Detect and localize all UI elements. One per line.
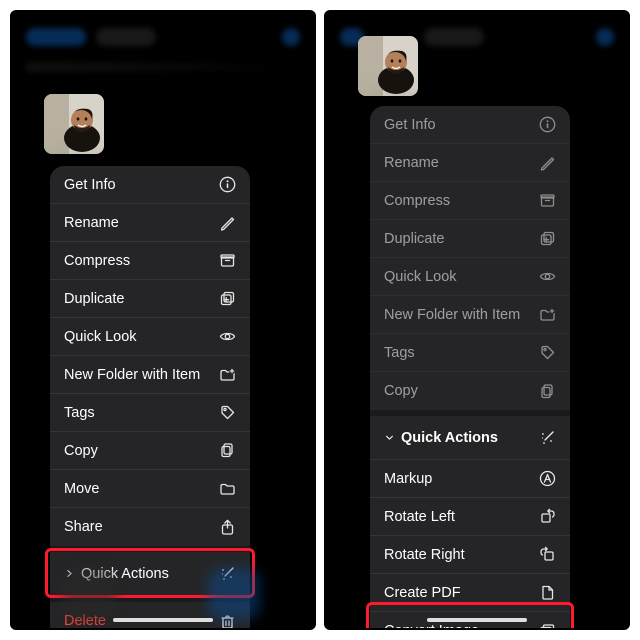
- plus-square-on-square-icon: [538, 230, 556, 248]
- menu-item-label: Tags: [384, 345, 538, 361]
- menu-item[interactable]: Quick Look: [50, 318, 250, 356]
- markup-icon: [538, 470, 556, 488]
- menu-item-label: Rename: [64, 215, 218, 231]
- file-thumbnail[interactable]: [358, 36, 418, 96]
- menu-item[interactable]: Rotate Right: [370, 536, 570, 574]
- folder-plus-icon: [538, 306, 556, 324]
- doc-icon: [538, 584, 556, 602]
- home-indicator: [113, 618, 213, 622]
- quick-actions-row[interactable]: Quick Actions: [370, 416, 570, 460]
- convert-image-icon: [538, 622, 556, 631]
- folder-plus-icon: [218, 366, 236, 384]
- menu-item[interactable]: Tags: [50, 394, 250, 432]
- menu-item-label: Rotate Right: [384, 547, 538, 563]
- menu-item[interactable]: New Folder with Item: [50, 356, 250, 394]
- doc-on-doc-icon: [218, 442, 236, 460]
- rotate-right-icon: [538, 546, 556, 564]
- menu-item[interactable]: Copy: [370, 372, 570, 410]
- menu-item-label: Markup: [384, 471, 538, 487]
- context-menu: Get Info Rename Compress Duplicate Quick…: [50, 166, 250, 630]
- menu-item[interactable]: Rotate Left: [370, 498, 570, 536]
- menu-item-label: Rotate Left: [384, 509, 538, 525]
- menu-item-label: Share: [64, 519, 218, 535]
- menu-item[interactable]: Rename: [50, 204, 250, 242]
- menu-item-label: Convert Image: [384, 623, 538, 631]
- menu-item[interactable]: Move: [50, 470, 250, 508]
- menu-item-label: Get Info: [384, 117, 538, 133]
- menu-item-label: Compress: [384, 193, 538, 209]
- context-menu: Get Info Rename Compress Duplicate Quick…: [370, 106, 570, 630]
- tag-icon: [218, 404, 236, 422]
- menu-item[interactable]: Copy: [50, 432, 250, 470]
- screenshot-left: Get Info Rename Compress Duplicate Quick…: [10, 10, 316, 630]
- plus-square-on-square-icon: [218, 290, 236, 308]
- menu-item[interactable]: Get Info: [50, 166, 250, 204]
- menu-item[interactable]: Duplicate: [370, 220, 570, 258]
- menu-item-label: Copy: [384, 383, 538, 399]
- menu-item[interactable]: Share: [50, 508, 250, 546]
- pencil-icon: [218, 214, 236, 232]
- menu-item-label: New Folder with Item: [64, 367, 218, 383]
- share-icon: [218, 518, 236, 536]
- wand-icon: [538, 429, 556, 447]
- menu-item-label: Duplicate: [64, 291, 218, 307]
- home-indicator: [427, 618, 527, 622]
- menu-item-label: Get Info: [64, 177, 218, 193]
- menu-item[interactable]: Rename: [370, 144, 570, 182]
- menu-item[interactable]: Compress: [370, 182, 570, 220]
- menu-item-label: Compress: [64, 253, 218, 269]
- screenshot-right: Get Info Rename Compress Duplicate Quick…: [324, 10, 630, 630]
- rotate-left-icon: [538, 508, 556, 526]
- menu-item[interactable]: Markup: [370, 460, 570, 498]
- menu-item[interactable]: Quick Look: [370, 258, 570, 296]
- file-thumbnail[interactable]: [44, 94, 104, 154]
- quick-actions-label: Quick Actions: [401, 430, 538, 446]
- menu-item-label: Quick Look: [64, 329, 218, 345]
- menu-item[interactable]: Create PDF: [370, 574, 570, 612]
- menu-item[interactable]: New Folder with Item: [370, 296, 570, 334]
- eye-icon: [538, 268, 556, 286]
- menu-item-label: Duplicate: [384, 231, 538, 247]
- nav-bar-blurred: [26, 24, 300, 50]
- menu-item-label: Move: [64, 481, 218, 497]
- menu-item[interactable]: Tags: [370, 334, 570, 372]
- archivebox-icon: [218, 252, 236, 270]
- menu-item-label: Quick Look: [384, 269, 538, 285]
- menu-item-label: Create PDF: [384, 585, 538, 601]
- doc-on-doc-icon: [538, 382, 556, 400]
- menu-item[interactable]: Duplicate: [50, 280, 250, 318]
- menu-item-label: Tags: [64, 405, 218, 421]
- menu-item-label: New Folder with Item: [384, 307, 538, 323]
- tag-icon: [538, 344, 556, 362]
- info-circle-icon: [538, 116, 556, 134]
- archivebox-icon: [538, 192, 556, 210]
- menu-item-label: Copy: [64, 443, 218, 459]
- pencil-icon: [538, 154, 556, 172]
- menu-item-label: Rename: [384, 155, 538, 171]
- menu-item[interactable]: Compress: [50, 242, 250, 280]
- menu-item[interactable]: Get Info: [370, 106, 570, 144]
- info-circle-icon: [218, 176, 236, 194]
- chevron-down-icon: [384, 432, 395, 443]
- folder-icon: [218, 480, 236, 498]
- eye-icon: [218, 328, 236, 346]
